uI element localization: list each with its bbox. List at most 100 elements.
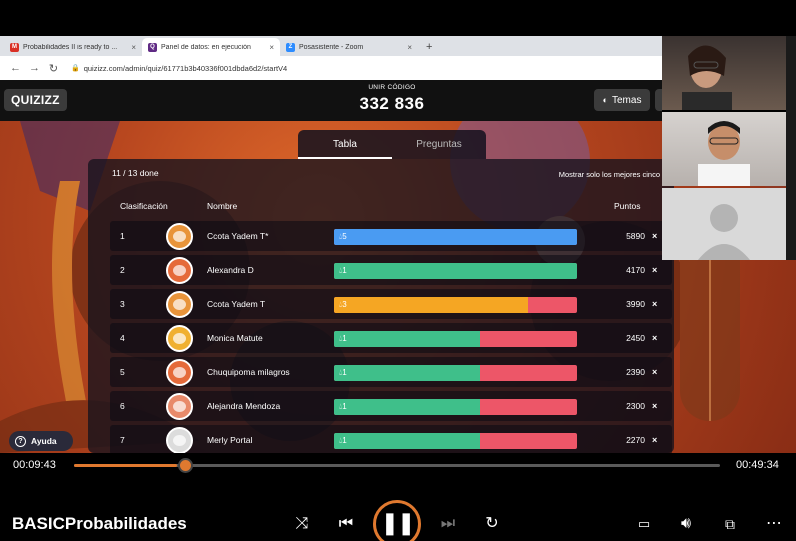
tab-tabla[interactable]: Tabla: [298, 130, 392, 159]
streak-indicator: 💧︎1: [339, 402, 347, 411]
more-button[interactable]: [655, 89, 662, 111]
player-name: Monica Matute: [207, 333, 263, 343]
rank-cell: 2: [120, 265, 125, 275]
monster-face-icon: [173, 435, 186, 446]
player-name: Merly Portal: [207, 435, 253, 445]
remove-player-button[interactable]: ×: [652, 425, 657, 455]
miniplayer-icon[interactable]: ⧉: [718, 512, 742, 536]
browser-tab-zoom[interactable]: Z Posasistente - Zoom ×: [280, 38, 418, 56]
forward-icon[interactable]: →: [25, 62, 44, 74]
user-placeholder-icon: [698, 204, 750, 260]
correct-fill: [334, 365, 480, 381]
themes-button[interactable]: ◐ Temas: [594, 89, 650, 111]
remove-player-button[interactable]: ×: [652, 221, 657, 251]
correct-fill: [334, 399, 480, 415]
close-tab-icon[interactable]: ×: [131, 43, 136, 52]
streak-count: 5: [342, 232, 347, 241]
rank-cell: 7: [120, 435, 125, 445]
table-row: 5 Chuquipoma milagros 💧︎1 2390 ×: [110, 357, 672, 387]
seek-progress: [74, 464, 178, 467]
total-time: 00:49:34: [736, 459, 779, 471]
points-cell: 5890: [626, 231, 645, 241]
close-tab-icon[interactable]: ×: [407, 43, 412, 52]
participant-video[interactable]: [662, 112, 786, 186]
avatar: [166, 427, 193, 454]
streak-indicator: 💧︎5: [339, 232, 347, 241]
accuracy-bar: 💧︎1: [334, 399, 577, 415]
column-points: Puntos: [614, 201, 641, 211]
correct-fill: [334, 433, 480, 449]
streak-indicator: 💧︎1: [339, 436, 347, 445]
tab-preguntas[interactable]: Preguntas: [392, 130, 486, 159]
question-icon: ?: [15, 435, 26, 447]
table-row: 6 Alejandra Mendoza 💧︎1 2300 ×: [110, 391, 672, 421]
help-button[interactable]: ? Ayuda: [9, 431, 73, 451]
repeat-icon[interactable]: ↻: [480, 512, 504, 536]
back-icon[interactable]: ←: [6, 62, 25, 74]
participant-video[interactable]: [662, 36, 786, 110]
rank-cell: 5: [120, 367, 125, 377]
table-row: 7 Merly Portal 💧︎1 2270 ×: [110, 425, 672, 455]
table-row: 2 Alexandra D 💧︎1 4170 ×: [110, 255, 672, 285]
accuracy-bar: 💧︎1: [334, 263, 577, 279]
avatar: [166, 359, 193, 386]
monster-face-icon: [173, 367, 186, 378]
player-name: Alejandra Mendoza: [207, 401, 281, 411]
streak-indicator: 💧︎1: [339, 266, 347, 275]
show-top-five-toggle[interactable]: Mostrar solo los mejores cinco: [520, 170, 660, 179]
browser-tab-quizizz[interactable]: Q Panel de datos: en ejecución ×: [142, 38, 280, 56]
streak-indicator: 💧︎1: [339, 368, 347, 377]
scrollbar[interactable]: [786, 36, 796, 260]
points-cell: 2390: [626, 367, 645, 377]
rank-cell: 1: [120, 231, 125, 241]
pause-button[interactable]: ❚❚: [373, 500, 421, 541]
leaderboard-tabs: Tabla Preguntas: [298, 130, 486, 159]
remove-player-button[interactable]: ×: [652, 323, 657, 353]
correct-fill: [334, 229, 577, 245]
streak-count: 1: [342, 266, 347, 275]
participant-video-off[interactable]: [662, 188, 786, 260]
next-icon[interactable]: ⏭: [436, 512, 460, 536]
column-rank: Clasificación: [120, 201, 168, 211]
volume-icon[interactable]: 🔊︎: [674, 512, 698, 536]
avatar: [166, 223, 193, 250]
address-bar: ← → ↻ 🔒 quizizz.com/admin/quiz/61771b3b4…: [0, 56, 662, 80]
remove-player-button[interactable]: ×: [652, 289, 657, 319]
browser-tab-gmail[interactable]: M Probabilidades II is ready to ... ×: [4, 38, 142, 56]
shuffle-icon[interactable]: ⤨: [290, 512, 314, 536]
video-title: BASICProbabilidades: [12, 514, 187, 533]
reload-icon[interactable]: ↻: [44, 62, 63, 75]
previous-icon[interactable]: ⏮: [334, 512, 358, 536]
quizizz-header: QUIZIZZ UNIR CÓDIGO 332 836 ◐ Temas: [0, 80, 662, 121]
avatar: [166, 325, 193, 352]
monster-face-icon: [173, 333, 186, 344]
remove-player-button[interactable]: ×: [652, 391, 657, 421]
url-field[interactable]: 🔒 quizizz.com/admin/quiz/61771b3b40336f0…: [71, 64, 287, 73]
remove-player-button[interactable]: ×: [652, 357, 657, 387]
person-silhouette: [682, 45, 732, 110]
player-name: Chuquipoma milagros: [207, 367, 290, 377]
points-cell: 2270: [626, 435, 645, 445]
correct-fill: [334, 263, 577, 279]
accuracy-bar: 💧︎5: [334, 229, 577, 245]
rank-cell: 4: [120, 333, 125, 343]
monster-face-icon: [173, 231, 186, 242]
gmail-icon: M: [10, 42, 19, 52]
seek-handle[interactable]: [178, 458, 193, 473]
new-tab-button[interactable]: +: [418, 38, 440, 56]
tab-title: Panel de datos: en ejecución: [161, 43, 251, 51]
person-silhouette: [698, 121, 750, 186]
seek-bar[interactable]: [74, 464, 720, 467]
rank-cell: 6: [120, 401, 125, 411]
player-name: Ccota Yadem T: [207, 299, 266, 309]
tab-strip: M Probabilidades II is ready to ... × Q …: [0, 36, 662, 56]
monster-face-icon: [173, 299, 186, 310]
accuracy-bar: 💧︎1: [334, 433, 577, 449]
correct-fill: [334, 331, 480, 347]
correct-fill: [334, 297, 529, 313]
streak-count: 3: [342, 300, 347, 309]
close-tab-icon[interactable]: ×: [269, 43, 274, 52]
remove-player-button[interactable]: ×: [652, 255, 657, 285]
more-options-icon[interactable]: ⋯: [762, 512, 786, 536]
captions-icon[interactable]: ▭: [632, 512, 656, 536]
